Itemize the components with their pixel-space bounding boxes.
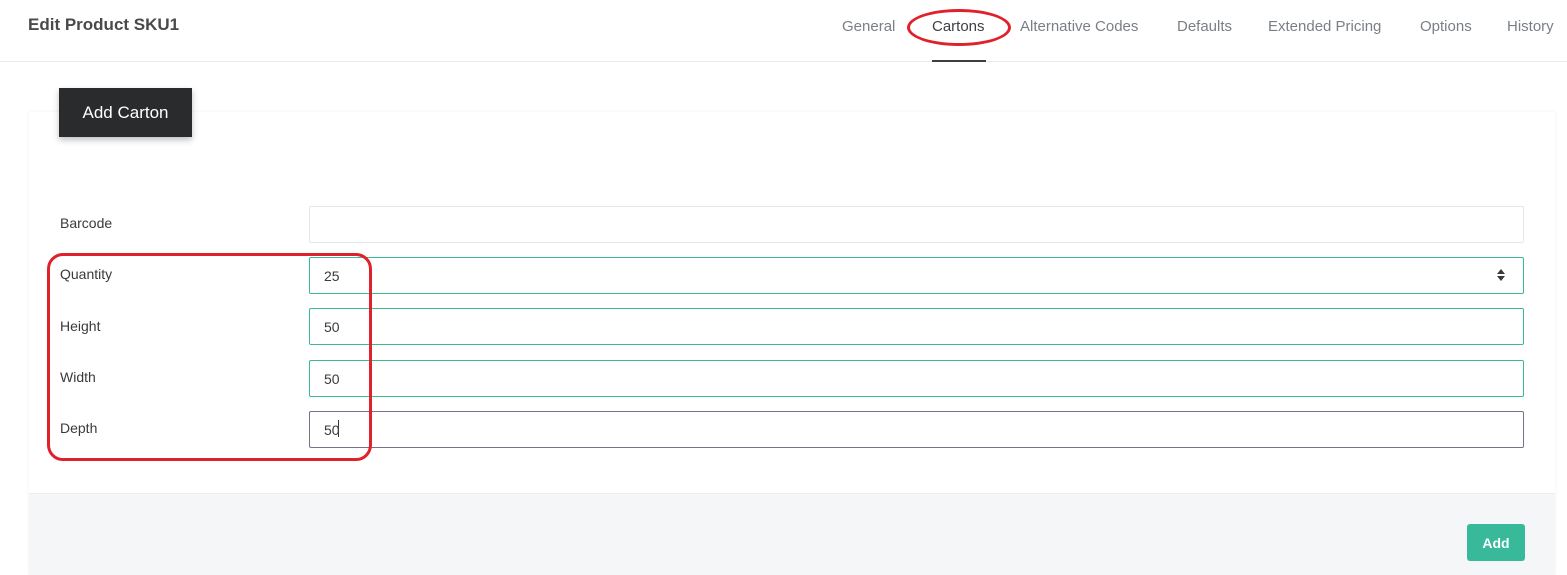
add-button[interactable]: Add <box>1467 524 1525 561</box>
height-label: Height <box>60 318 101 334</box>
quantity-label: Quantity <box>60 266 113 282</box>
tab-history[interactable]: History <box>1507 18 1554 35</box>
stepper-arrows-icon <box>1497 269 1505 281</box>
quantity-field[interactable] <box>309 257 1524 294</box>
barcode-field[interactable] <box>309 206 1524 243</box>
text-caret <box>338 420 339 437</box>
depth-label: Depth <box>60 420 98 436</box>
tab-alternative-codes[interactable]: Alternative Codes <box>1020 18 1138 35</box>
add-carton-button[interactable]: Add Carton <box>59 88 192 137</box>
width-label: Width <box>60 369 96 385</box>
tab-bar: General Cartons Alternative Codes Defaul… <box>0 18 1567 48</box>
active-tab-indicator <box>932 60 986 62</box>
barcode-label: Barcode <box>60 215 113 231</box>
width-field[interactable] <box>309 360 1524 397</box>
panel-footer <box>29 493 1555 575</box>
depth-field[interactable] <box>309 411 1524 448</box>
top-bar: Edit Product SKU1 General Cartons Altern… <box>0 0 1567 62</box>
tab-cartons[interactable]: Cartons <box>932 18 985 35</box>
height-field[interactable] <box>309 308 1524 345</box>
tab-general[interactable]: General <box>842 18 895 35</box>
quantity-stepper[interactable] <box>1494 267 1508 283</box>
tab-extended-pricing[interactable]: Extended Pricing <box>1268 18 1381 35</box>
tab-defaults[interactable]: Defaults <box>1177 18 1232 35</box>
tab-options[interactable]: Options <box>1420 18 1472 35</box>
